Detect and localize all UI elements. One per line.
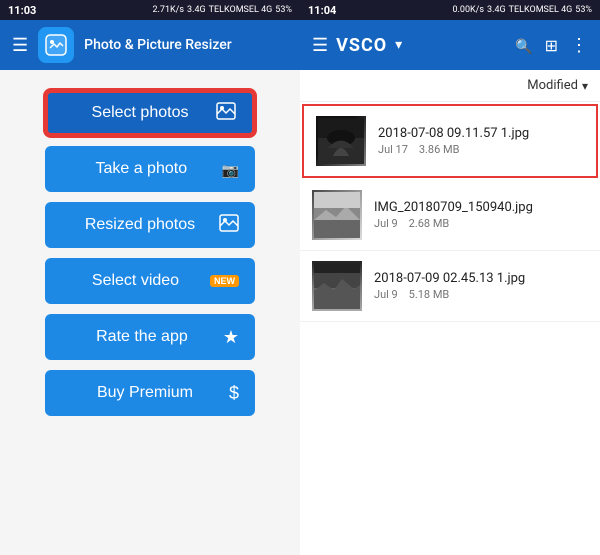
new-badge: NEW <box>210 275 239 287</box>
file-date-3: Jul 9 <box>374 288 398 301</box>
network-right: 3.4G <box>487 5 506 15</box>
resized-photos-button[interactable]: Resized photos <box>45 202 255 248</box>
status-bar-right: 11:04 0.00K/s 3.4G TELKOMSEL 4G 53% <box>300 0 600 20</box>
resized-photos-label: Resized photos <box>61 216 219 234</box>
file-info-3: 2018-07-09 02.45.13 1.jpg Jul 9 5.18 MB <box>374 271 525 301</box>
select-photos-button[interactable]: Select photos <box>45 90 255 136</box>
image-icon-resized <box>219 214 239 237</box>
rate-app-label: Rate the app <box>61 328 223 346</box>
right-panel: 11:04 0.00K/s 3.4G TELKOMSEL 4G 53% VSCO… <box>300 0 600 555</box>
file-info-2: IMG_20180709_150940.jpg Jul 9 2.68 MB <box>374 200 533 230</box>
file-thumb-2 <box>312 190 362 240</box>
file-size-2: 2.68 MB <box>409 217 450 230</box>
file-date-2: Jul 9 <box>374 217 398 230</box>
top-bar-left: Photo & Picture Resizer <box>0 20 300 70</box>
file-item-1[interactable]: 2018-07-08 09.11.57 1.jpg Jul 17 3.86 MB <box>302 104 598 178</box>
top-bar-right: VSCO <box>300 20 600 70</box>
file-list: 2018-07-08 09.11.57 1.jpg Jul 17 3.86 MB… <box>300 102 600 555</box>
buy-premium-button[interactable]: Buy Premium <box>45 370 255 416</box>
left-content: Select photos Take a photo Resized photo… <box>0 70 300 555</box>
app-logo <box>38 27 74 63</box>
select-photos-label: Select photos <box>64 104 216 122</box>
select-video-button[interactable]: Select video NEW <box>45 258 255 304</box>
file-date-1: Jul 17 <box>378 143 408 156</box>
top-bar-right-icons <box>515 35 588 56</box>
status-icons-left: 2.71K/s 3.4G TELKOMSEL 4G 53% <box>152 5 292 15</box>
buy-premium-label: Buy Premium <box>61 384 229 402</box>
file-meta-3: Jul 9 5.18 MB <box>374 288 525 301</box>
left-panel: 11:03 2.71K/s 3.4G TELKOMSEL 4G 53% Phot… <box>0 0 300 555</box>
battery-right: 53% <box>575 5 592 15</box>
image-icon-select <box>216 102 236 125</box>
file-thumb-1 <box>316 116 366 166</box>
file-name-3: 2018-07-09 02.45.13 1.jpg <box>374 271 525 286</box>
carrier-right: TELKOMSEL 4G <box>509 5 573 15</box>
file-meta-2: Jul 9 2.68 MB <box>374 217 533 230</box>
speed-right: 0.00K/s <box>452 5 484 15</box>
vsco-dropdown-icon[interactable] <box>395 37 402 53</box>
hamburger-menu-left[interactable] <box>12 35 28 56</box>
file-size-1: 3.86 MB <box>419 143 460 156</box>
carrier-left: TELKOMSEL 4G <box>209 5 273 15</box>
take-photo-button[interactable]: Take a photo <box>45 146 255 192</box>
star-icon-btn <box>223 327 239 348</box>
file-size-3: 5.18 MB <box>409 288 450 301</box>
filter-bar: Modified <box>300 70 600 102</box>
filter-dropdown-icon[interactable] <box>582 79 588 93</box>
dollar-icon-btn <box>229 383 239 404</box>
file-name-2: IMG_20180709_150940.jpg <box>374 200 533 215</box>
grid-icon[interactable] <box>545 35 558 56</box>
select-video-label: Select video <box>61 272 210 290</box>
take-photo-label: Take a photo <box>61 160 222 178</box>
time-right: 11:04 <box>308 4 336 17</box>
network-left: 3.4G <box>187 5 206 15</box>
file-meta-1: Jul 17 3.86 MB <box>378 143 529 156</box>
status-icons-right: 0.00K/s 3.4G TELKOMSEL 4G 53% <box>452 5 592 15</box>
file-item-2[interactable]: IMG_20180709_150940.jpg Jul 9 2.68 MB <box>300 180 600 251</box>
file-item-3[interactable]: 2018-07-09 02.45.13 1.jpg Jul 9 5.18 MB <box>300 251 600 322</box>
filter-label: Modified <box>527 78 578 93</box>
file-info-1: 2018-07-08 09.11.57 1.jpg Jul 17 3.86 MB <box>378 126 529 156</box>
file-name-1: 2018-07-08 09.11.57 1.jpg <box>378 126 529 141</box>
search-icon[interactable] <box>515 35 532 56</box>
more-icon[interactable] <box>570 35 588 56</box>
vsco-title: VSCO <box>336 35 387 56</box>
file-thumb-3 <box>312 261 362 311</box>
hamburger-menu-right[interactable] <box>312 35 328 56</box>
status-bar-left: 11:03 2.71K/s 3.4G TELKOMSEL 4G 53% <box>0 0 300 20</box>
top-bar-right-left: VSCO <box>312 35 402 56</box>
rate-app-button[interactable]: Rate the app <box>45 314 255 360</box>
camera-icon-btn <box>222 159 239 180</box>
battery-left: 53% <box>275 5 292 15</box>
speed-left: 2.71K/s <box>152 5 184 15</box>
app-title: Photo & Picture Resizer <box>84 37 232 53</box>
time-left: 11:03 <box>8 4 36 17</box>
